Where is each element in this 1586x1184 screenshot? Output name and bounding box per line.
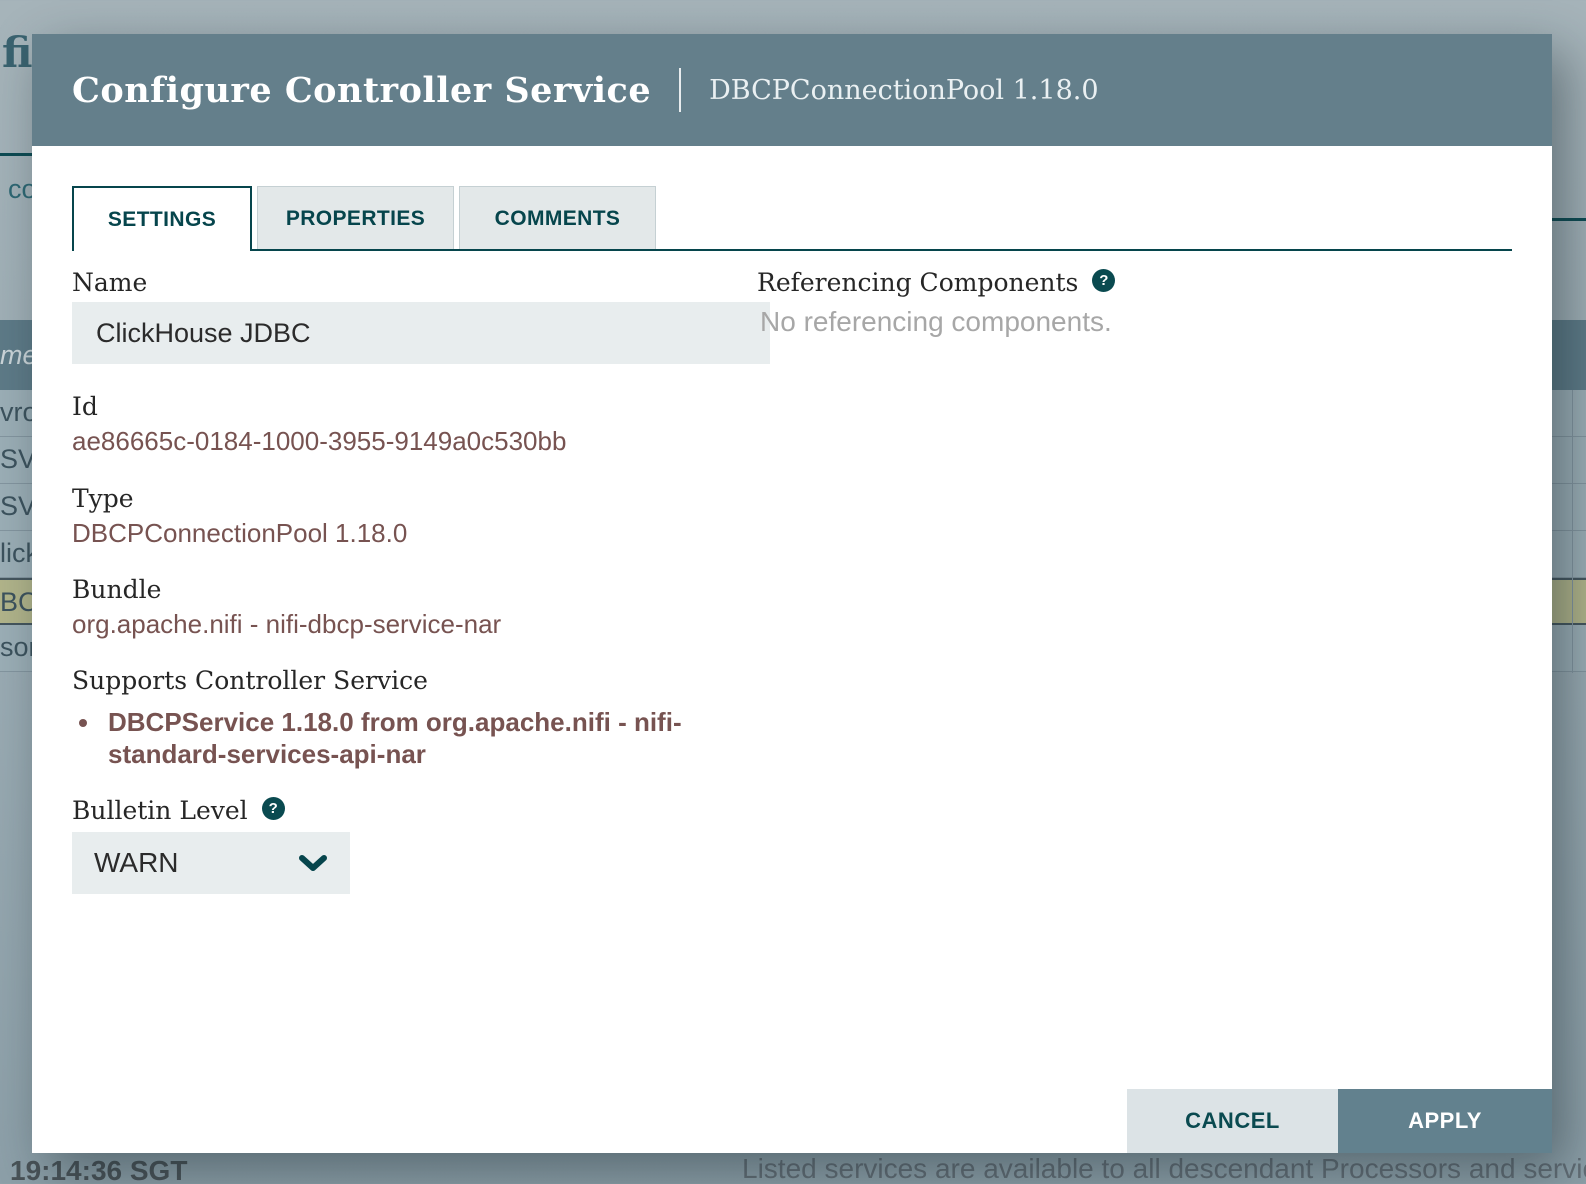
tab-settings[interactable]: SETTINGS: [72, 186, 252, 251]
tab-properties[interactable]: PROPERTIES: [257, 186, 454, 251]
referencing-components-empty: No referencing components.: [760, 306, 1112, 338]
tab-comments[interactable]: COMMENTS: [459, 186, 656, 251]
name-label: Name: [72, 268, 147, 297]
apply-button[interactable]: APPLY: [1338, 1089, 1552, 1153]
bulletin-level-row: Bulletin Level ?: [72, 796, 285, 825]
dialog-title: Configure Controller Service: [72, 70, 651, 111]
background-tab-underline-right: [1546, 218, 1586, 221]
cancel-button[interactable]: CANCEL: [1127, 1089, 1338, 1153]
type-value: DBCPConnectionPool 1.18.0: [72, 518, 407, 549]
bundle-label: Bundle: [72, 575, 161, 604]
title-separator: [679, 68, 681, 112]
background-footer-text: Listed services are available to all des…: [742, 1153, 1586, 1184]
bulletin-level-label: Bulletin Level: [72, 796, 248, 825]
id-label: Id: [72, 392, 98, 421]
help-icon[interactable]: ?: [262, 797, 285, 820]
background-table-column-divider: [1572, 390, 1573, 673]
supports-controller-service-label: Supports Controller Service: [72, 666, 428, 695]
status-timestamp: 19:14:36 SGT: [10, 1155, 187, 1184]
type-label: Type: [72, 484, 134, 513]
dialog-subtitle: DBCPConnectionPool 1.18.0: [709, 75, 1098, 106]
supports-controller-service-list: DBCPService 1.18.0 from org.apache.nifi …: [72, 706, 752, 770]
referencing-components-row: Referencing Components ?: [757, 268, 1115, 297]
configure-controller-service-dialog: Configure Controller Service DBCPConnect…: [32, 34, 1552, 1153]
dialog-body: SETTINGS PROPERTIES COMMENTS Name Id ae8…: [32, 146, 1552, 1153]
bundle-value: org.apache.nifi - nifi-dbcp-service-nar: [72, 609, 501, 640]
supports-controller-service-item: DBCPService 1.18.0 from org.apache.nifi …: [102, 706, 752, 770]
name-input[interactable]: [72, 302, 770, 364]
id-value: ae86665c-0184-1000-3955-9149a0c530bb: [72, 426, 566, 457]
chevron-down-icon: [298, 854, 328, 873]
bulletin-level-value: WARN: [94, 847, 298, 879]
referencing-components-label: Referencing Components: [757, 268, 1078, 297]
dialog-tabs: SETTINGS PROPERTIES COMMENTS: [72, 186, 1512, 251]
bulletin-level-dropdown[interactable]: WARN: [72, 832, 350, 894]
dialog-header: Configure Controller Service DBCPConnect…: [32, 34, 1552, 146]
help-icon[interactable]: ?: [1092, 269, 1115, 292]
